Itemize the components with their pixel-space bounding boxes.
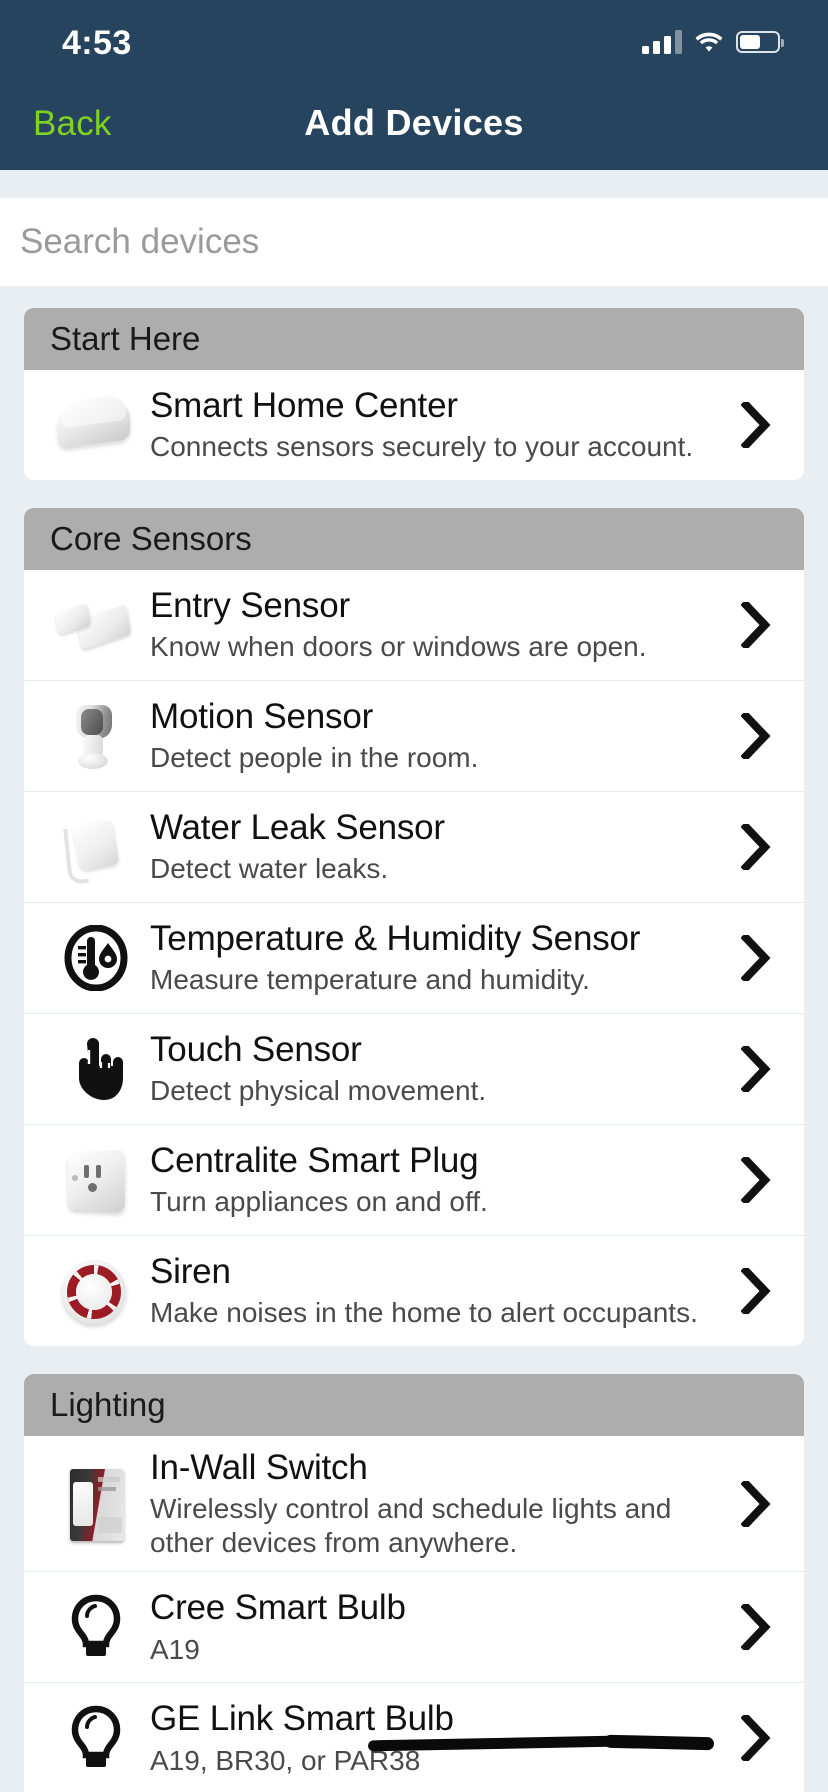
chevron-right-icon[interactable] [732,1603,780,1651]
device-subtitle: Connects sensors securely to your accoun… [150,431,694,463]
search-spacer [0,170,828,198]
page-title: Add Devices [304,102,524,143]
device-subtitle: Detect physical movement. [150,1075,487,1107]
device-row-text: GE Link Smart Bulb A19, BR30, or PAR38 [150,1699,732,1777]
device-subtitle: Detect water leaks. [150,853,389,885]
device-title: Temperature & Humidity Sensor [150,919,641,959]
device-row[interactable]: Touch Sensor Detect physical movement. [24,1013,804,1124]
search-input[interactable] [18,221,810,263]
pointing-hand-icon [48,1027,144,1111]
smart-plug-icon [48,1138,144,1222]
thermometer-humidity-icon [48,916,144,1000]
device-title: GE Link Smart Bulb [150,1699,454,1739]
device-title: Water Leak Sensor [150,808,445,848]
device-row-text: Smart Home Center Connects sensors secure… [150,386,732,464]
cellular-signal-icon [642,30,682,54]
section-header: Core Sensors [24,508,804,570]
device-title: Motion Sensor [150,697,374,737]
device-row[interactable]: GE Link Smart Bulb A19, BR30, or PAR38 [24,1682,804,1792]
search-bar[interactable] [0,198,828,286]
device-subtitle: Wirelessly control and schedule lights a… [150,1493,672,1558]
device-row-text: Centralite Smart Plug Turn appliances on … [150,1141,732,1219]
chevron-right-icon[interactable] [732,823,780,871]
device-subtitle: A19, BR30, or PAR38 [150,1744,421,1776]
device-row[interactable]: Entry Sensor Know when doors or windows a… [24,570,804,680]
light-bulb-icon [48,1696,144,1780]
entry-sensor-icon [48,583,144,667]
chevron-right-icon[interactable] [732,601,780,649]
device-row[interactable]: Temperature & Humidity Sensor Measure tem… [24,902,804,1013]
app-header: 4:53 Back Add Devices [0,0,828,170]
device-subtitle: Detect people in the room. [150,742,479,774]
chevron-right-icon[interactable] [732,1714,780,1762]
device-row[interactable]: Centralite Smart Plug Turn appliances on … [24,1124,804,1235]
smart-home-hub-icon [48,383,144,467]
motion-sensor-icon [48,694,144,778]
device-title: In-Wall Switch [150,1448,368,1487]
water-leak-sensor-icon [48,805,144,889]
light-bulb-icon [48,1585,144,1669]
wifi-icon [694,30,724,54]
device-list[interactable]: Start Here Smart Home Center Connects sens… [0,286,828,1792]
device-subtitle: A19 [150,1633,200,1665]
device-row[interactable]: Siren Make noises in the home to alert oc… [24,1235,804,1346]
device-row-text: Water Leak Sensor Detect water leaks. [150,808,732,886]
device-row-text: Motion Sensor Detect people in the room. [150,697,732,775]
section-body: Entry Sensor Know when doors or windows a… [24,570,804,1346]
status-indicators [642,30,784,54]
chevron-right-icon[interactable] [732,401,780,449]
device-row[interactable]: Smart Home Center Connects sensors secure… [24,370,804,480]
device-row-text: In-Wall Switch Wirelessly control and sch… [150,1448,732,1559]
device-section: Lighting In-Wall Switch Wirelessly control… [24,1374,804,1792]
device-row-text: Touch Sensor Detect physical movement. [150,1030,732,1108]
section-header: Lighting [24,1374,804,1436]
in-wall-switch-icon [48,1462,144,1546]
chevron-right-icon[interactable] [732,1156,780,1204]
device-subtitle: Measure temperature and humidity. [150,964,590,996]
section-title: Core Sensors [50,520,252,557]
battery-icon [736,31,784,53]
device-row[interactable]: Cree Smart Bulb A19 [24,1571,804,1683]
navigation-bar: Back Add Devices [0,88,828,170]
device-title: Centralite Smart Plug [150,1141,479,1181]
device-subtitle: Know when doors or windows are open. [150,631,647,663]
chevron-right-icon[interactable] [732,934,780,982]
device-section: Start Here Smart Home Center Connects sens… [24,308,804,480]
device-title: Touch Sensor [150,1030,362,1070]
device-row-text: Siren Make noises in the home to alert oc… [150,1252,732,1330]
chevron-right-icon[interactable] [732,712,780,760]
section-body: Smart Home Center Connects sensors secure… [24,370,804,480]
device-row[interactable]: In-Wall Switch Wirelessly control and sch… [24,1436,804,1572]
section-title: Start Here [50,320,201,357]
status-time: 4:53 [62,24,132,62]
device-row[interactable]: Water Leak Sensor Detect water leaks. [24,791,804,902]
device-row[interactable]: Motion Sensor Detect people in the room. [24,680,804,791]
add-devices-screen: 4:53 Back Add Devices Search devices Sta… [0,0,828,1792]
device-title: Smart Home Center [150,386,458,426]
section-header: Start Here [24,308,804,370]
chevron-right-icon[interactable] [732,1045,780,1093]
device-section: Core Sensors Entry Sensor Know when doors … [24,508,804,1346]
device-title: Entry Sensor [150,586,350,626]
chevron-right-icon[interactable] [732,1480,780,1528]
status-bar: 4:53 [0,0,828,88]
section-title: Lighting [50,1386,166,1423]
section-body: In-Wall Switch Wirelessly control and sch… [24,1436,804,1792]
device-title: Cree Smart Bulb [150,1588,406,1628]
device-title: Siren [150,1252,231,1292]
device-row-text: Entry Sensor Know when doors or windows a… [150,586,732,664]
device-row-text: Temperature & Humidity Sensor Measure tem… [150,919,732,997]
siren-icon [48,1249,144,1333]
device-subtitle: Make noises in the home to alert occupan… [150,1297,698,1329]
chevron-right-icon[interactable] [732,1267,780,1315]
device-subtitle: Turn appliances on and off. [150,1186,488,1218]
device-row-text: Cree Smart Bulb A19 [150,1588,732,1666]
